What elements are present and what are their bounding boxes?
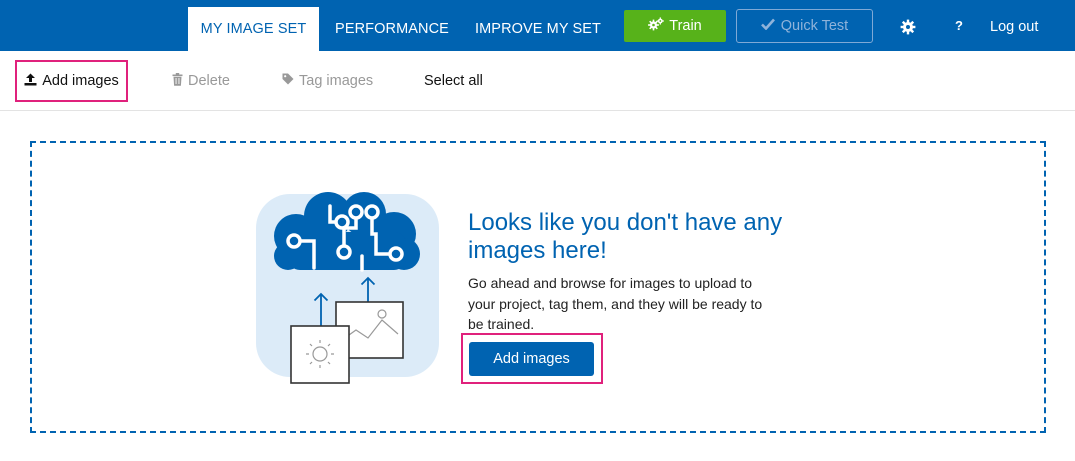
quick-test-label: Quick Test (780, 18, 849, 34)
gears-icon (648, 17, 665, 35)
trash-icon (172, 72, 183, 90)
tab-improve-my-set[interactable]: IMPROVE MY SET (468, 7, 608, 51)
select-all-label: Select all (424, 73, 483, 89)
train-label: Train (669, 18, 702, 34)
gear-icon[interactable] (900, 19, 916, 35)
train-button[interactable]: Train (624, 10, 726, 42)
quick-test-button[interactable]: Quick Test (736, 9, 873, 43)
top-nav-bar: MY IMAGE SET PERFORMANCE IMPROVE MY SET (0, 0, 1075, 51)
tag-images-label: Tag images (299, 73, 374, 89)
logout-link[interactable]: Log out (990, 0, 1038, 51)
empty-state-description: Go ahead and browse for images to upload… (468, 275, 763, 332)
tag-icon (282, 73, 294, 89)
select-all-button[interactable]: Select all (424, 51, 483, 111)
toolbar: Add images Delete Tag images Select all (0, 51, 1075, 111)
empty-state-title: Looks like you don't have any images her… (468, 209, 783, 264)
checkmark-icon (760, 18, 775, 34)
tab-my-image-set[interactable]: MY IMAGE SET (188, 7, 319, 51)
help-icon[interactable]: ? (951, 17, 967, 35)
upload-icon (24, 73, 37, 90)
add-images-button[interactable]: Add images (469, 342, 594, 376)
tab-performance[interactable]: PERFORMANCE (328, 7, 456, 51)
delete-label: Delete (188, 73, 230, 89)
tag-images-button[interactable]: Tag images (282, 51, 373, 111)
add-images-toolbar-button[interactable]: Add images (15, 60, 128, 102)
add-images-label: Add images (42, 73, 119, 89)
delete-button[interactable]: Delete (172, 51, 230, 111)
upload-illustration (256, 192, 440, 384)
